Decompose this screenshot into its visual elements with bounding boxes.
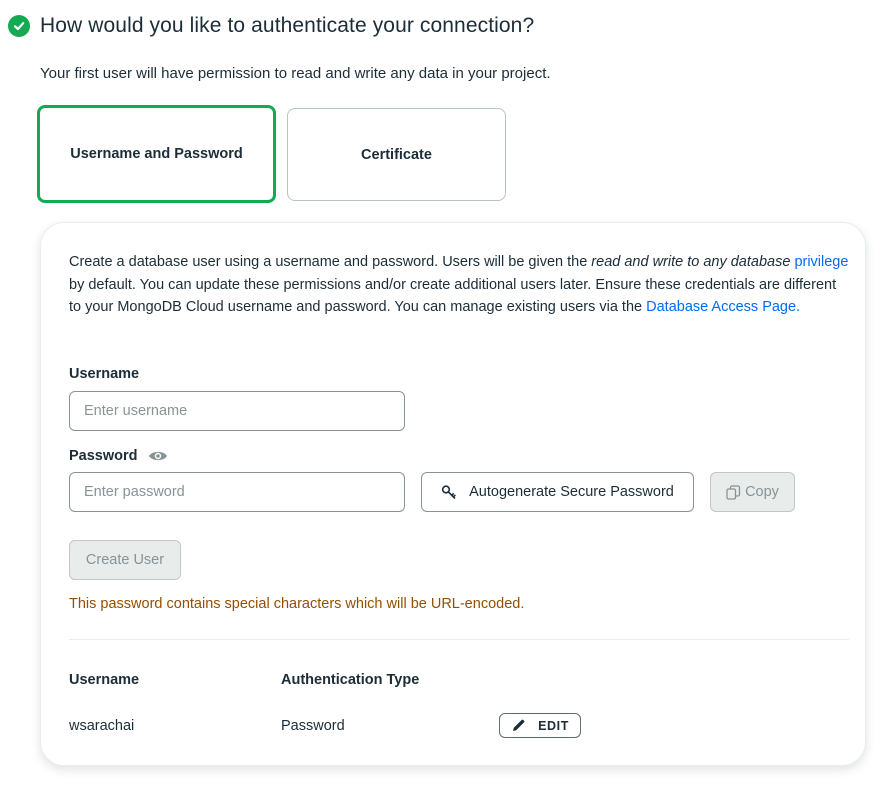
password-label: Password bbox=[69, 448, 168, 464]
header: How would you like to authenticate your … bbox=[8, 14, 534, 38]
create-user-panel: Create a database user using a username … bbox=[40, 222, 866, 766]
auth-option-username-password[interactable]: Username and Password bbox=[37, 105, 276, 203]
desc-text: Create a database user using a username … bbox=[69, 254, 592, 270]
column-header-username: Username bbox=[69, 672, 140, 688]
url-encoding-warning: This password contains special character… bbox=[69, 596, 525, 612]
create-user-label: Create User bbox=[85, 552, 165, 568]
user-row-auth-type: Password bbox=[281, 718, 345, 734]
edit-user-button[interactable]: EDIT bbox=[499, 713, 581, 738]
password-input[interactable] bbox=[69, 472, 405, 512]
panel-description: Create a database user using a username … bbox=[69, 251, 849, 319]
copy-label: Copy bbox=[745, 484, 779, 500]
edit-label: EDIT bbox=[538, 718, 569, 733]
username-label-text: Username bbox=[69, 366, 140, 382]
key-icon bbox=[441, 484, 457, 500]
check-circle-icon bbox=[8, 15, 30, 37]
database-access-link[interactable]: Database Access Page. bbox=[646, 299, 800, 315]
page-subtitle: Your first user will have permission to … bbox=[40, 65, 551, 82]
autogenerate-label: Autogenerate Secure Password bbox=[469, 484, 674, 500]
desc-emphasis: read and write to any database bbox=[591, 254, 791, 270]
column-header-auth-type: Authentication Type bbox=[281, 672, 420, 688]
autogenerate-password-button[interactable]: Autogenerate Secure Password bbox=[421, 472, 694, 512]
auth-option-label: Username and Password bbox=[70, 146, 243, 162]
eye-icon[interactable] bbox=[148, 449, 168, 463]
auth-option-label: Certificate bbox=[361, 146, 432, 163]
username-label: Username bbox=[69, 366, 139, 382]
auth-option-certificate[interactable]: Certificate bbox=[287, 108, 506, 201]
create-user-button[interactable]: Create User bbox=[69, 540, 181, 580]
user-row-username: wsarachai bbox=[69, 718, 135, 734]
divider bbox=[69, 639, 849, 640]
pencil-icon bbox=[511, 718, 526, 733]
copy-icon bbox=[726, 484, 741, 500]
copy-password-button[interactable]: Copy bbox=[710, 472, 795, 512]
password-label-text: Password bbox=[69, 448, 138, 464]
page-title: How would you like to authenticate your … bbox=[40, 14, 535, 37]
privilege-link[interactable]: privilege bbox=[794, 254, 848, 270]
username-input[interactable] bbox=[69, 391, 405, 431]
